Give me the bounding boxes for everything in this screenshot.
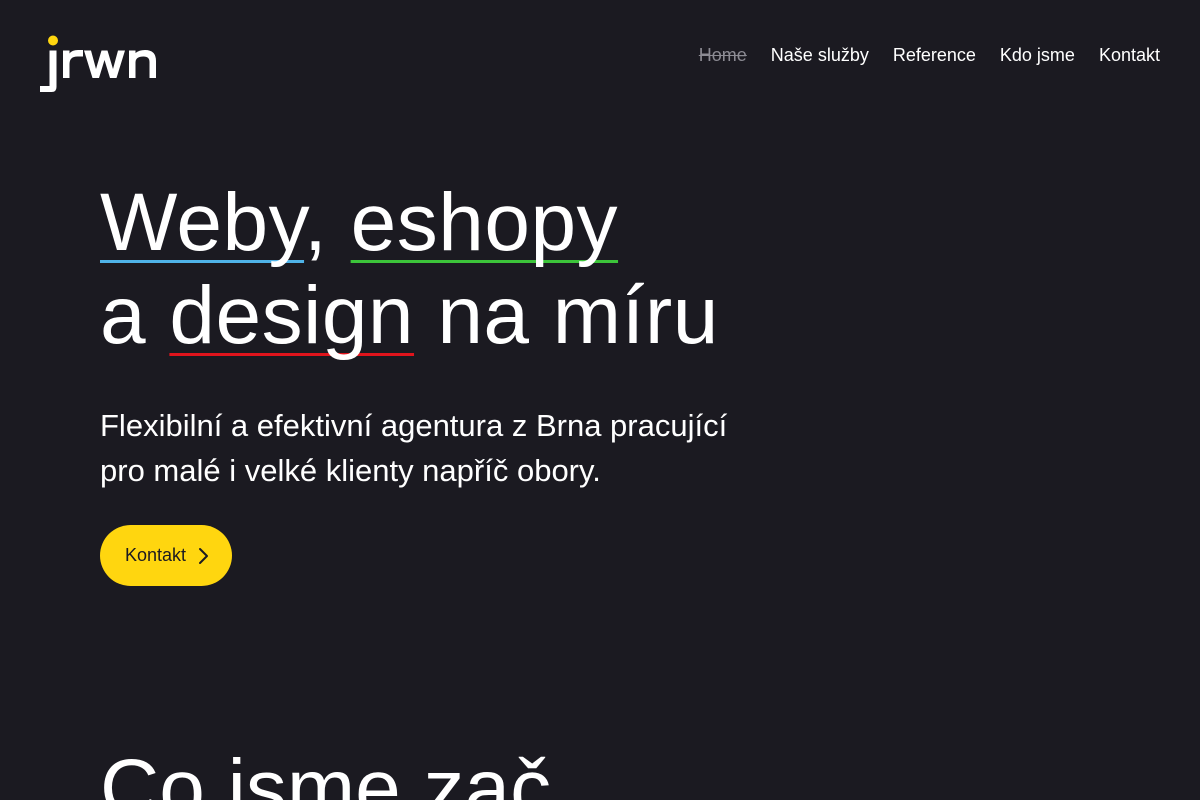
main-nav: Home Naše služby Reference Kdo jsme Kont…	[699, 44, 1160, 66]
chevron-right-icon	[196, 546, 210, 566]
hero-subtitle-line-2: pro malé i velké klienty napříč obory.	[100, 453, 601, 488]
page: Home Naše služby Reference Kdo jsme Kont…	[0, 0, 1200, 800]
nav-services[interactable]: Naše služby	[771, 44, 869, 66]
section-title: Co jsme zač	[100, 743, 552, 800]
hero-word-eshopy: eshopy	[350, 177, 619, 268]
hero-title-line-1: Weby, eshopy	[100, 176, 719, 269]
hero-title: Weby, eshopy a design na míru	[100, 176, 719, 362]
hero-title-separator: ,	[304, 177, 351, 268]
hero-subtitle-line-1: Flexibilní a efektivní agentura z Brna p…	[100, 408, 728, 443]
hero-title-suffix: na míru	[414, 270, 719, 361]
jrwn-logo-icon	[40, 35, 156, 92]
contact-cta-button[interactable]: Kontakt	[100, 525, 233, 586]
nav-home[interactable]: Home	[699, 44, 747, 66]
hero-title-prefix: a	[100, 270, 170, 361]
nav-about[interactable]: Kdo jsme	[1000, 44, 1075, 66]
hero-word-design: design	[169, 270, 415, 361]
contact-cta-label: Kontakt	[125, 545, 187, 565]
site-logo[interactable]	[40, 34, 170, 96]
hero-word-weby: Weby	[100, 177, 305, 268]
hero-title-line-2: a design na míru	[100, 269, 719, 362]
nav-contact[interactable]: Kontakt	[1099, 44, 1160, 66]
hero-subtitle: Flexibilní a efektivní agentura z Brna p…	[100, 403, 800, 493]
nav-references[interactable]: Reference	[893, 44, 976, 66]
